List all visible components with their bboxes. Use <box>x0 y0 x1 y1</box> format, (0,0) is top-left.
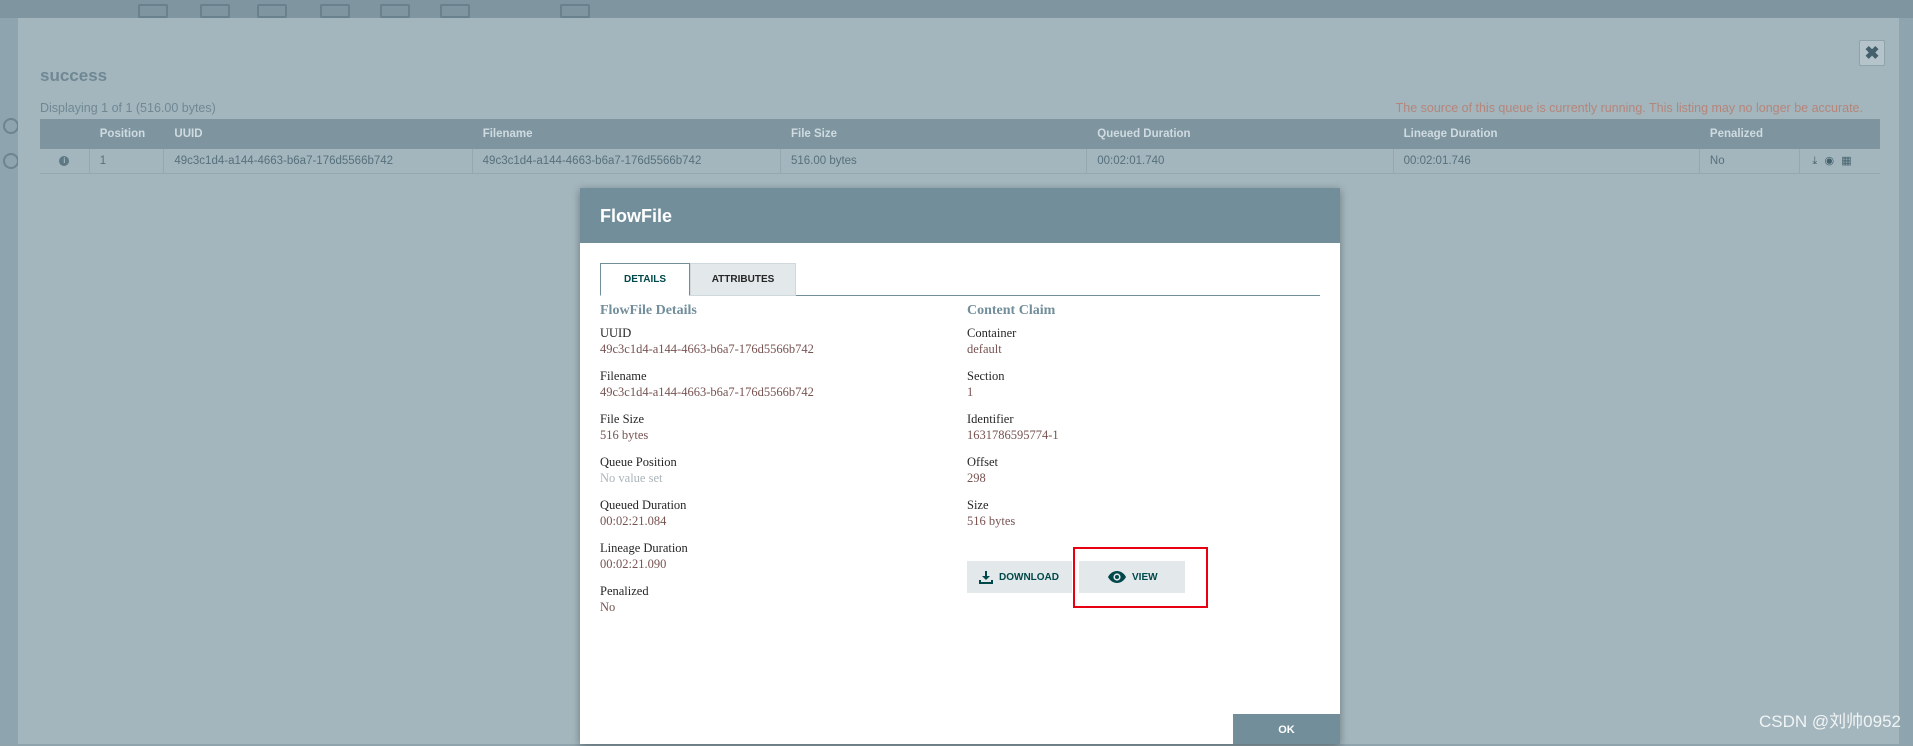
field-value: No <box>600 600 616 614</box>
field-label: Penalized <box>600 584 649 598</box>
field-value: 1 <box>967 385 974 399</box>
field-label: Section <box>967 369 1005 383</box>
column-header-penalized[interactable]: Penalized <box>1700 119 1800 149</box>
detail-filename: Filename 49c3c1d4-a144-4663-b6a7-176d556… <box>600 369 814 400</box>
queue-warning: The source of this queue is currently ru… <box>1395 101 1863 115</box>
field-value: 516 bytes <box>600 428 649 442</box>
dialog-title: FlowFile <box>600 206 672 226</box>
detail-queue-position: Queue Position No value set <box>600 455 814 486</box>
download-button[interactable]: DOWNLOAD <box>967 561 1072 593</box>
column-header-queued-duration[interactable]: Queued Duration <box>1087 119 1393 149</box>
column-header-lineage-duration[interactable]: Lineage Duration <box>1394 119 1700 149</box>
row-uuid: 49c3c1d4-a144-4663-b6a7-176d5566b742 <box>164 149 473 173</box>
field-value: default <box>967 342 1002 356</box>
provenance-icon[interactable]: ▦ <box>1841 149 1851 173</box>
download-icon[interactable]: ⤓ <box>1812 149 1817 173</box>
highlight-box <box>1073 547 1208 608</box>
row-queued-duration: 00:02:01.740 <box>1087 149 1394 173</box>
detail-penalized: Penalized No <box>600 584 814 615</box>
column-header-info <box>40 119 90 149</box>
field-label: Filename <box>600 369 647 383</box>
canvas-toolbar <box>0 0 1913 18</box>
detail-uuid: UUID 49c3c1d4-a144-4663-b6a7-176d5566b74… <box>600 326 814 357</box>
field-value: 49c3c1d4-a144-4663-b6a7-176d5566b742 <box>600 385 814 399</box>
tab-attributes[interactable]: ATTRIBUTES <box>690 263 796 296</box>
field-value: 00:02:21.090 <box>600 557 667 571</box>
toolbar-icon <box>440 4 470 18</box>
row-position: 1 <box>90 149 165 173</box>
field-value: 1631786595774-1 <box>967 428 1059 442</box>
toolbar-icon <box>257 4 287 18</box>
table-row: i 1 49c3c1d4-a144-4663-b6a7-176d5566b742… <box>40 149 1880 174</box>
queue-title: success <box>40 66 108 85</box>
ok-button[interactable]: OK <box>1233 714 1340 744</box>
field-label: Size <box>967 498 989 512</box>
download-icon <box>979 570 993 584</box>
toolbar-icon <box>138 4 168 18</box>
section-title: Content Claim <box>967 303 1056 318</box>
row-penalized: No <box>1700 149 1801 173</box>
section-title: FlowFile Details <box>600 303 697 318</box>
field-label: Lineage Duration <box>600 541 688 555</box>
tab-details[interactable]: DETAILS <box>600 263 690 296</box>
field-value: 516 bytes <box>967 514 1016 528</box>
claim-identifier: Identifier 1631786595774-1 <box>967 412 1059 443</box>
flowfile-dialog: FlowFile DETAILS ATTRIBUTES FlowFile Det… <box>580 188 1340 744</box>
tab-bar: DETAILS ATTRIBUTES <box>600 263 1320 296</box>
row-actions: ⤓ ◉ ▦ <box>1800 149 1880 173</box>
content-claim-section: Content Claim Container default Section … <box>967 303 1059 529</box>
eye-icon[interactable]: ◉ <box>1824 149 1834 173</box>
toolbar-icon <box>320 4 350 18</box>
row-info-cell[interactable]: i <box>40 149 90 173</box>
field-label: Queued Duration <box>600 498 687 512</box>
row-filename: 49c3c1d4-a144-4663-b6a7-176d5566b742 <box>473 149 781 173</box>
toolbar-icon <box>200 4 230 18</box>
close-icon[interactable]: ✖ <box>1859 40 1885 66</box>
column-header-actions <box>1800 119 1880 149</box>
row-file-size: 516.00 bytes <box>781 149 1088 173</box>
field-label: Container <box>967 326 1017 340</box>
canvas-right-panel <box>1899 18 1913 744</box>
field-value: 298 <box>967 471 986 485</box>
field-label: File Size <box>600 412 645 426</box>
watermark: CSDN @刘帅0952 <box>1759 712 1901 731</box>
toolbar-icon <box>380 4 410 18</box>
column-header-position[interactable]: Position <box>90 119 165 149</box>
field-label: Identifier <box>967 412 1014 426</box>
queue-table: Position UUID Filename File Size Queued … <box>40 119 1880 174</box>
field-value: 00:02:21.084 <box>600 514 667 528</box>
claim-offset: Offset 298 <box>967 455 1059 486</box>
column-header-file-size[interactable]: File Size <box>781 119 1087 149</box>
detail-queued-duration: Queued Duration 00:02:21.084 <box>600 498 814 529</box>
dialog-header: FlowFile <box>580 188 1340 243</box>
navigate-icon <box>3 118 19 134</box>
field-value: 49c3c1d4-a144-4663-b6a7-176d5566b742 <box>600 342 814 356</box>
flowfile-details-section: FlowFile Details UUID 49c3c1d4-a144-4663… <box>600 303 814 615</box>
download-label: DOWNLOAD <box>999 571 1059 583</box>
field-label: UUID <box>600 326 632 340</box>
claim-container: Container default <box>967 326 1059 357</box>
detail-file-size: File Size 516 bytes <box>600 412 814 443</box>
field-label: Offset <box>967 455 999 469</box>
toolbar-icon <box>560 4 590 18</box>
row-lineage-duration: 00:02:01.746 <box>1394 149 1700 173</box>
column-header-uuid[interactable]: UUID <box>164 119 472 149</box>
field-label: Queue Position <box>600 455 677 469</box>
detail-lineage-duration: Lineage Duration 00:02:21.090 <box>600 541 814 572</box>
claim-size: Size 516 bytes <box>967 498 1059 529</box>
column-header-filename[interactable]: Filename <box>473 119 781 149</box>
canvas-left-panel <box>0 18 19 744</box>
queue-summary: Displaying 1 of 1 (516.00 bytes) <box>40 101 216 115</box>
info-icon[interactable]: i <box>59 155 70 166</box>
table-header: Position UUID Filename File Size Queued … <box>40 119 1880 149</box>
field-value: No value set <box>600 471 663 485</box>
claim-section: Section 1 <box>967 369 1059 400</box>
operate-icon <box>3 153 19 169</box>
